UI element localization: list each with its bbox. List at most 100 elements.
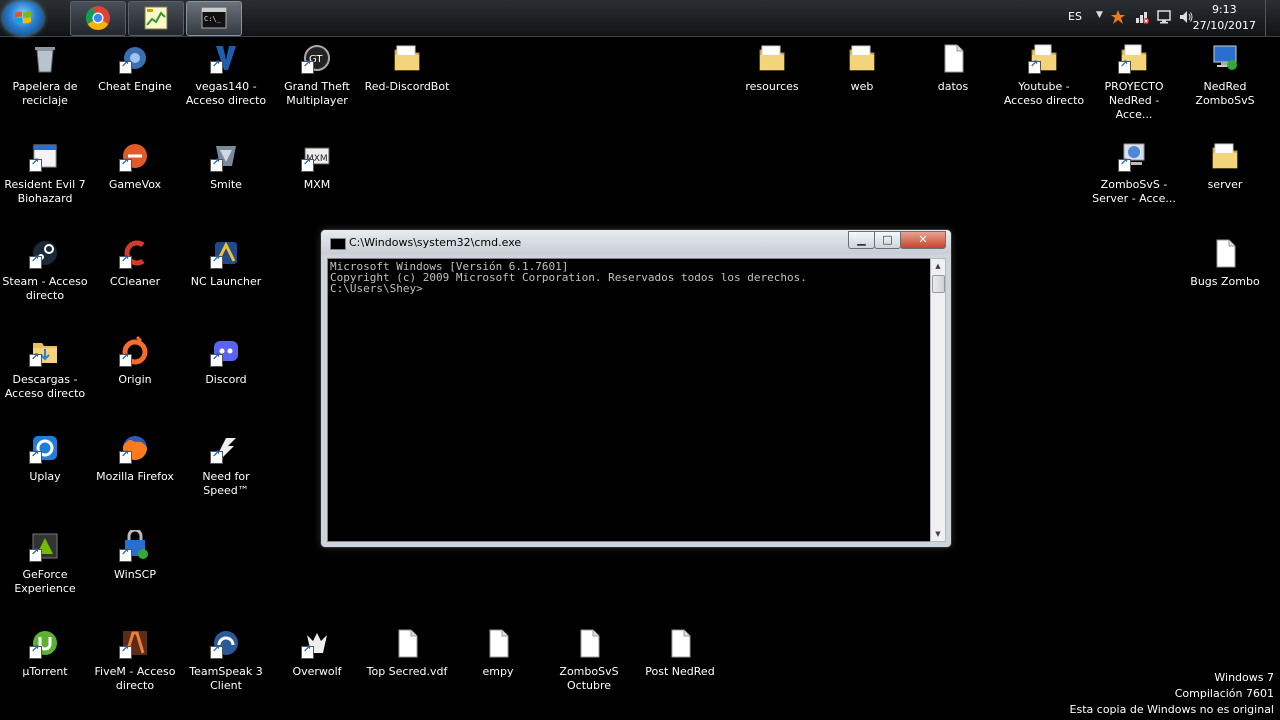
desktop-icon-mozilla-firefox[interactable]: Mozilla Firefox — [90, 432, 180, 484]
desktop-icon-post-nedred[interactable]: Post NedRed — [635, 627, 725, 679]
folder-icon — [391, 42, 423, 74]
desktop-icon-torrent[interactable]: µTorrent — [0, 627, 90, 679]
desktop-icon-smite[interactable]: Smite — [181, 140, 271, 192]
nc-launcher-icon — [210, 237, 242, 269]
scrollbar-thumb[interactable] — [932, 275, 945, 293]
shortcut-arrow-icon — [301, 644, 314, 659]
desktop-icon-label: Need for Speed™ — [202, 470, 250, 497]
close-icon: ✕ — [918, 233, 928, 246]
desktop-icon-geforce-experience[interactable]: GeForce Experience — [0, 530, 90, 596]
shortcut-arrow-icon — [119, 59, 132, 74]
desktop-icon-need-for-speed[interactable]: Need for Speed™ — [181, 432, 271, 498]
maximize-button[interactable]: □ — [874, 231, 901, 249]
downloads-folder-icon — [29, 335, 61, 367]
desktop-icon-discord[interactable]: Discord — [181, 335, 271, 387]
desktop-icon-grand-theft-multiplayer[interactable]: GT Grand Theft Multiplayer — [272, 42, 362, 108]
cmd-title-bar[interactable]: C:\Windows\system32\cmd.exe ▁ □ ✕ — [321, 230, 951, 254]
shortcut-arrow-icon — [301, 59, 314, 74]
desktop-icon-zombosvs-server-acce[interactable]: ZomboSvS - Server - Acce... — [1089, 140, 1179, 206]
desktop-icon-youtube-acceso-directo[interactable]: Youtube - Acceso directo — [999, 42, 1089, 108]
cmd-window-icon[interactable] — [330, 238, 346, 250]
taskbar-graph-app-button[interactable] — [128, 1, 184, 36]
show-desktop-button[interactable] — [1265, 0, 1280, 36]
desktop-icon-proyecto-nedred-acce[interactable]: PROYECTO NedRed - Acce... — [1089, 42, 1179, 122]
network-computer-icon — [1209, 42, 1241, 74]
desktop-icon-red-discordbot[interactable]: Red-DiscordBot — [362, 42, 452, 94]
taskbar-cmd-button[interactable]: C:\_ — [186, 1, 242, 36]
desktop-icon-web[interactable]: web — [817, 42, 907, 94]
desktop-icon-uplay[interactable]: Uplay — [0, 432, 90, 484]
desktop-icon-label: Top Secred.vdf — [366, 665, 448, 678]
taskbar-chrome-button[interactable] — [70, 1, 126, 36]
desktop-icon-origin[interactable]: Origin — [90, 335, 180, 387]
desktop-icon-label: resources — [745, 80, 799, 93]
desktop-icon-label: NC Launcher — [190, 275, 262, 288]
desktop-icon-steam-acceso-directo[interactable]: Steam - Acceso directo — [0, 237, 90, 303]
desktop-icon-label: ZomboSvS Octubre — [559, 665, 619, 692]
desktop-icon-fivem-acceso-directo[interactable]: FiveM - Acceso directo — [90, 627, 180, 693]
scroll-down-arrow-icon[interactable]: ▼ — [931, 527, 945, 541]
shortcut-arrow-icon — [301, 157, 314, 172]
minimize-button[interactable]: ▁ — [848, 231, 875, 249]
desktop-icon-gamevox[interactable]: GameVox — [90, 140, 180, 192]
folder-shortcut-icon — [1118, 42, 1150, 74]
desktop-icon-label: Discord — [205, 373, 247, 386]
cheat-engine-icon — [119, 42, 151, 74]
file-icon — [937, 42, 969, 74]
desktop-icon-resources[interactable]: resources — [727, 42, 817, 94]
desktop-icon-server[interactable]: server — [1180, 140, 1270, 192]
maximize-icon: □ — [882, 233, 893, 246]
desktop-icon-label: Steam - Acceso directo — [2, 275, 88, 302]
shortcut-arrow-icon — [29, 644, 42, 659]
graph-app-icon — [144, 6, 168, 30]
smite-icon — [210, 140, 242, 172]
geforce-icon — [29, 530, 61, 562]
desktop-icon-bugs-zombo[interactable]: Bugs Zombo — [1180, 237, 1270, 289]
desktop-icon-papelera-de-reciclaje[interactable]: Papelera de reciclaje — [0, 42, 90, 108]
desktop-icon-resident-evil-7-biohazard[interactable]: Resident Evil 7 Biohazard — [0, 140, 90, 206]
desktop-icon-label: MXM — [303, 178, 331, 191]
console-output[interactable]: Microsoft Windows [Versión 6.1.7601] Copy… — [327, 258, 933, 542]
network-wired-icon[interactable] — [1156, 9, 1172, 25]
desktop-icon-label: Cheat Engine — [98, 80, 172, 93]
desktop-icon-label: CCleaner — [109, 275, 161, 288]
cmd-window[interactable]: C:\Windows\system32\cmd.exe ▁ □ ✕ Micros… — [320, 229, 952, 548]
shortcut-arrow-icon — [119, 547, 132, 562]
app-shortcut-icon — [29, 140, 61, 172]
desktop-icon-zombosvs-octubre[interactable]: ZomboSvS Octubre — [544, 627, 634, 693]
shortcut-arrow-icon — [210, 644, 223, 659]
vertical-scrollbar[interactable]: ▲ ▼ — [930, 258, 946, 542]
network-icon[interactable] — [1134, 9, 1150, 25]
start-button[interactable] — [3, 1, 43, 35]
clock[interactable]: 9:13 27/10/2017 — [1193, 2, 1256, 34]
volume-icon[interactable] — [1178, 9, 1194, 25]
desktop-icon-cheat-engine[interactable]: Cheat Engine — [90, 42, 180, 94]
gtm-icon: GT — [301, 42, 333, 74]
desktop-icon-ccleaner[interactable]: CCleaner — [90, 237, 180, 289]
desktop-icon-teamspeak-3-client[interactable]: TeamSpeak 3 Client — [181, 627, 271, 693]
desktop-icon-top-secred-vdf[interactable]: Top Secred.vdf — [362, 627, 452, 679]
shortcut-arrow-icon — [119, 352, 132, 367]
vegas-icon — [210, 42, 242, 74]
desktop-icon-datos[interactable]: datos — [908, 42, 998, 94]
desktop-icon-label: Grand Theft Multiplayer — [284, 80, 350, 107]
desktop-icon-label: Red-DiscordBot — [364, 80, 450, 93]
desktop-icon-mxm[interactable]: MXM MXM — [272, 140, 362, 192]
desktop-icon-label: Youtube - Acceso directo — [1003, 80, 1085, 107]
avast-icon[interactable] — [1110, 9, 1126, 25]
close-button[interactable]: ✕ — [900, 231, 946, 249]
desktop-icon-nc-launcher[interactable]: NC Launcher — [181, 237, 271, 289]
desktop-icon-descargas-acceso-directo[interactable]: Descargas - Acceso directo — [0, 335, 90, 401]
file-icon — [482, 627, 514, 659]
desktop-icon-empy[interactable]: empy — [453, 627, 543, 679]
scroll-up-arrow-icon[interactable]: ▲ — [931, 259, 945, 273]
fivem-icon — [119, 627, 151, 659]
shortcut-arrow-icon — [1118, 157, 1131, 172]
language-indicator[interactable]: ES — [1068, 10, 1082, 23]
desktop-icon-label: Mozilla Firefox — [96, 470, 174, 483]
desktop-icon-nedred-zombosvs[interactable]: NedRed ZomboSvS — [1180, 42, 1270, 108]
desktop-icon-winscp[interactable]: WinSCP — [90, 528, 180, 582]
desktop-icon-overwolf[interactable]: Overwolf — [272, 627, 362, 679]
language-dropdown-arrow-icon[interactable]: ▼ — [1096, 10, 1103, 20]
desktop-icon-vegas140-acceso-directo[interactable]: vegas140 - Acceso directo — [181, 42, 271, 108]
